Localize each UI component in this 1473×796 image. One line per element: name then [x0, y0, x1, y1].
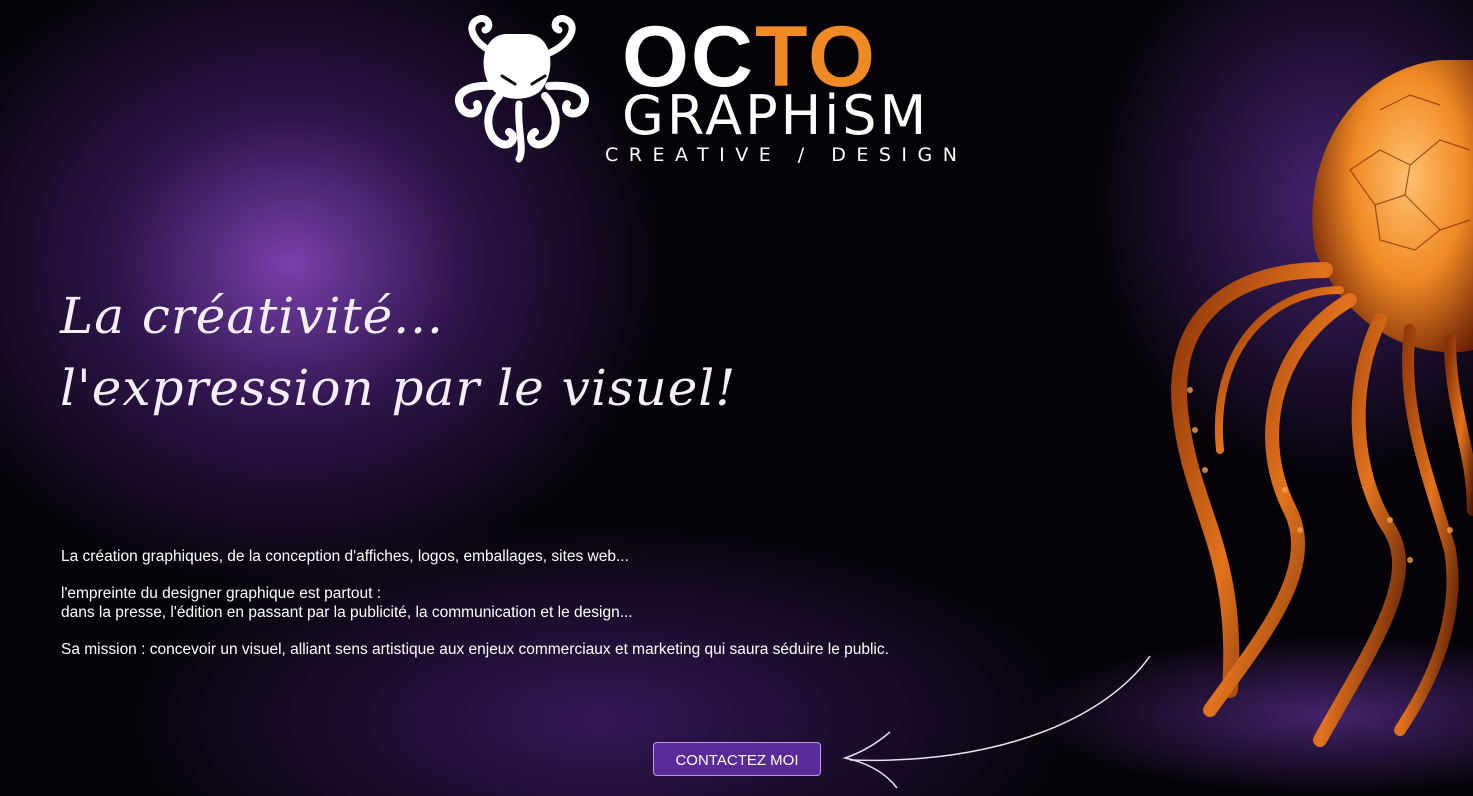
intro-text: La création graphiques, de la conception…	[61, 547, 889, 659]
headline-line-2: l'expression par le visuel!	[60, 359, 737, 417]
contact-button[interactable]: CONTACTEZ MOI	[653, 742, 821, 776]
intro-paragraph-2-line-1: l'empreinte du designer graphique est pa…	[61, 585, 382, 602]
intro-paragraph-1: La création graphiques, de la conception…	[61, 548, 629, 565]
intro-paragraph-3: Sa mission : concevoir un visuel, allian…	[61, 641, 889, 658]
octopus-illustration	[1171, 60, 1473, 747]
hero-headline: La créativité... l'expression par le vis…	[60, 280, 736, 424]
logo-tagline: CREATIVE / DESIGN	[605, 144, 967, 166]
curved-arrow-icon	[842, 655, 1151, 789]
octopus-logo-icon	[454, 15, 590, 163]
logo-word-graphism: GRAPHiSM	[622, 84, 929, 147]
site-logo[interactable]: OCTO GRAPHiSM CREATIVE / DESIGN	[447, 14, 1037, 169]
headline-line-1: La créativité...	[60, 287, 444, 345]
intro-paragraph-2-line-2: dans la presse, l'édition en passant par…	[61, 604, 633, 621]
